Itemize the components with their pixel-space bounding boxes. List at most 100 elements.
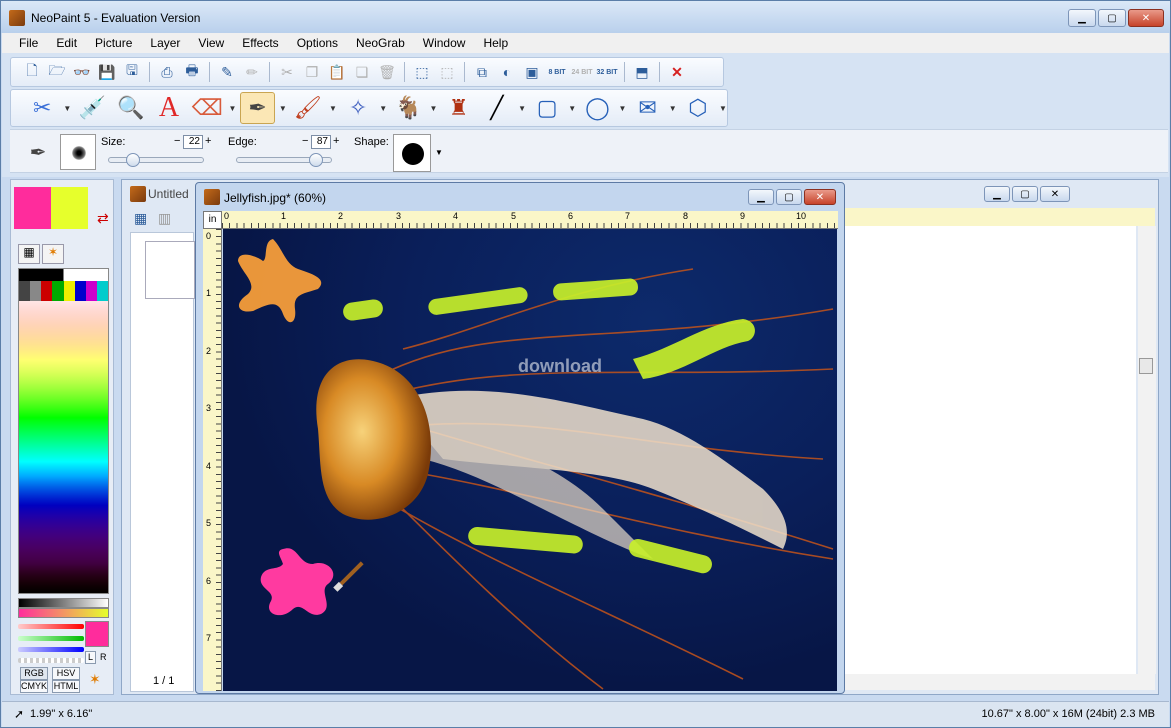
- chevron-down-icon[interactable]: ▼: [435, 148, 443, 157]
- chevron-down-icon[interactable]: ▼: [379, 104, 387, 113]
- chevron-down-icon[interactable]: ▼: [619, 104, 627, 113]
- minimize-button[interactable]: ▁: [1068, 9, 1096, 27]
- green-slider[interactable]: [18, 636, 84, 641]
- menu-window[interactable]: Window: [414, 36, 475, 50]
- line-tool[interactable]: ╱: [480, 92, 514, 124]
- crop-icon[interactable]: ▣: [521, 61, 543, 83]
- edge-increase-button[interactable]: +: [333, 135, 339, 147]
- red-slider[interactable]: [18, 624, 84, 629]
- 32bit-icon[interactable]: 32 BIT: [596, 61, 618, 83]
- zoom-tool[interactable]: 🔍: [114, 92, 148, 124]
- airbrush-tool[interactable]: ✧: [341, 92, 375, 124]
- chevron-down-icon[interactable]: ▼: [329, 104, 337, 113]
- chevron-down-icon[interactable]: ▼: [430, 104, 438, 113]
- untitled-canvas[interactable]: [842, 226, 1136, 688]
- scroll-thumb[interactable]: [1139, 358, 1153, 374]
- jelly-minimize-button[interactable]: ▁: [748, 189, 774, 205]
- deselect-icon[interactable]: ⬚: [436, 61, 458, 83]
- edge-input[interactable]: 87: [311, 135, 331, 149]
- color-spectrum[interactable]: [19, 301, 108, 593]
- l-button[interactable]: L: [85, 651, 96, 664]
- ellipse-tool[interactable]: ◯: [580, 92, 614, 124]
- 24bit-icon[interactable]: 24 BIT: [571, 61, 593, 83]
- 3d-box-tool[interactable]: ⬡: [681, 92, 715, 124]
- chevron-down-icon[interactable]: ▼: [63, 104, 71, 113]
- menu-options[interactable]: Options: [288, 36, 347, 50]
- secondary-color-swatch[interactable]: [51, 187, 88, 229]
- pen-tool[interactable]: ✒: [240, 92, 275, 124]
- hsv-button[interactable]: HSV: [52, 667, 80, 680]
- eyedropper-tool[interactable]: 💉: [75, 92, 109, 124]
- new-icon[interactable]: 🗋: [21, 61, 43, 83]
- menu-neograb[interactable]: NeoGrab: [347, 36, 414, 50]
- grayscale-bar[interactable]: [19, 269, 108, 281]
- eraser-tool[interactable]: ⌫: [190, 92, 224, 124]
- edit-icon[interactable]: ✎: [216, 61, 238, 83]
- jelly-maximize-button[interactable]: ▢: [776, 189, 802, 205]
- effects-tab[interactable]: ✶: [42, 244, 64, 264]
- paste-new-icon[interactable]: ❏: [351, 61, 373, 83]
- html-button[interactable]: HTML: [52, 680, 80, 693]
- chevron-down-icon[interactable]: ▼: [719, 104, 727, 113]
- select-icon[interactable]: ⬚: [411, 61, 433, 83]
- scissors-tool[interactable]: ✂: [25, 92, 59, 124]
- edge-slider[interactable]: [236, 153, 332, 167]
- text-tool[interactable]: A: [152, 92, 186, 124]
- save-as-icon[interactable]: 🖫: [121, 61, 143, 83]
- rectangle-tool[interactable]: ▢: [530, 92, 564, 124]
- chevron-down-icon[interactable]: ▼: [568, 104, 576, 113]
- copy-icon[interactable]: ❐: [301, 61, 323, 83]
- size-increase-button[interactable]: +: [205, 135, 211, 147]
- stamp-tool[interactable]: 🐐: [391, 92, 425, 124]
- chevron-down-icon[interactable]: ▼: [279, 104, 287, 113]
- close-button[interactable]: ✕: [1128, 9, 1164, 27]
- color-gradient[interactable]: [18, 608, 109, 618]
- gray-gradient[interactable]: [18, 598, 109, 608]
- save-icon[interactable]: 💾: [96, 61, 118, 83]
- size-slider[interactable]: [108, 153, 204, 167]
- menu-layer[interactable]: Layer: [141, 36, 189, 50]
- screenshot-icon[interactable]: ⬒: [631, 61, 653, 83]
- untitled-maximize-button[interactable]: ▢: [1012, 186, 1038, 202]
- brightness-icon[interactable]: ◐: [496, 61, 518, 83]
- swap-colors-icon[interactable]: ⇄: [97, 210, 109, 227]
- vertical-scrollbar[interactable]: [1138, 226, 1156, 674]
- close-icon[interactable]: ✕: [666, 61, 688, 83]
- alpha-slider[interactable]: [18, 658, 84, 663]
- 8bit-icon[interactable]: 8 BIT: [546, 61, 568, 83]
- cmyk-button[interactable]: CMYK: [20, 680, 48, 693]
- horizontal-scrollbar[interactable]: [842, 674, 1155, 690]
- basic-colors[interactable]: [19, 281, 108, 301]
- maximize-button[interactable]: ▢: [1098, 9, 1126, 27]
- edge-slider-thumb[interactable]: [309, 153, 323, 167]
- edge-decrease-button[interactable]: −: [302, 135, 308, 147]
- color-effects-icon[interactable]: ✶: [89, 671, 101, 688]
- unit-box[interactable]: in: [203, 211, 222, 229]
- blue-slider[interactable]: [18, 647, 84, 652]
- menu-file[interactable]: File: [10, 36, 47, 50]
- pencil-icon[interactable]: ✏: [241, 61, 263, 83]
- scan-icon[interactable]: ⎙: [156, 61, 178, 83]
- menu-effects[interactable]: Effects: [233, 36, 287, 50]
- rgb-button[interactable]: RGB: [20, 667, 48, 680]
- size-input[interactable]: 22: [183, 135, 203, 149]
- resize-icon[interactable]: ⧉: [471, 61, 493, 83]
- paste-icon[interactable]: 📋: [326, 61, 348, 83]
- palette-tab[interactable]: ▦: [18, 244, 40, 264]
- open-icon[interactable]: 🗁: [46, 61, 68, 83]
- chevron-down-icon[interactable]: ▼: [228, 104, 236, 113]
- brush-tool[interactable]: 🖌: [291, 92, 325, 124]
- polygon-tool[interactable]: ✉: [630, 92, 664, 124]
- print-icon[interactable]: 🖶: [181, 61, 203, 83]
- primary-color-swatch[interactable]: [14, 187, 51, 229]
- color-palette[interactable]: [18, 268, 109, 594]
- filmstrip-icon[interactable]: ▦: [134, 210, 147, 227]
- menu-edit[interactable]: Edit: [47, 36, 86, 50]
- cut-icon[interactable]: ✂: [276, 61, 298, 83]
- page-thumbnail[interactable]: [145, 241, 195, 299]
- menu-view[interactable]: View: [189, 36, 233, 50]
- size-decrease-button[interactable]: −: [174, 135, 180, 147]
- jelly-close-button[interactable]: ✕: [804, 189, 836, 205]
- menu-picture[interactable]: Picture: [86, 36, 141, 50]
- filmstrip-alt-icon[interactable]: ▥: [158, 210, 171, 227]
